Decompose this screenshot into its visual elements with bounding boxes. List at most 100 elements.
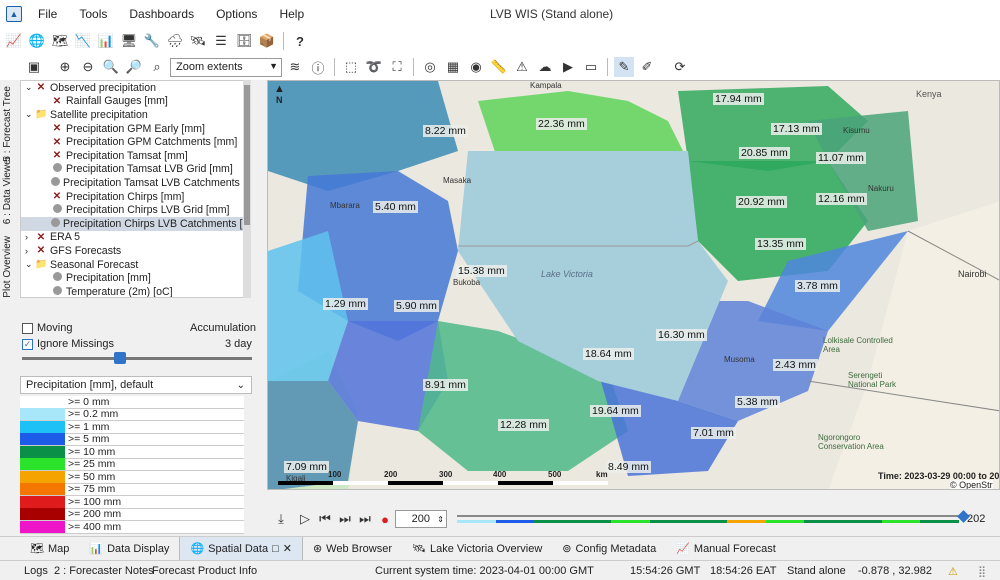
chevron-right-icon[interactable]: › (25, 232, 35, 242)
timeline-segment (572, 520, 612, 523)
logs-tab[interactable]: Logs (24, 565, 48, 577)
tab-data-display[interactable]: 📊 Data Display (79, 537, 179, 561)
list-icon[interactable]: ☰ (211, 31, 231, 51)
tab-web-browser[interactable]: ⊛ Web Browser (303, 537, 402, 561)
float-icon[interactable]: □ (272, 543, 279, 555)
play-animation-icon[interactable]: ▶ (558, 57, 578, 77)
drag-handle-icon[interactable]: ⣿ (978, 565, 986, 578)
tree-item[interactable]: ✕ Precipitation Tamsat [mm] (21, 149, 250, 163)
cloud-icon[interactable]: ☁ (535, 57, 555, 77)
database-icon[interactable]: 🗄 (234, 31, 254, 51)
tab-manual-forecast[interactable]: 📈 Manual Forecast (666, 537, 786, 561)
satellite-icon[interactable]: 🛰 (188, 31, 208, 51)
tab-lake-victoria-overview[interactable]: 🛰 Lake Victoria Overview (402, 537, 552, 561)
zoom-select[interactable]: Zoom extents ▼ (170, 57, 282, 77)
chevron-down-icon[interactable]: ⌄ (25, 109, 35, 120)
panel-toggle-icon[interactable]: ▣ (24, 57, 44, 77)
globe-icon[interactable]: 🌐 (27, 31, 47, 51)
zoom-out-icon[interactable]: ⊖ (78, 57, 98, 77)
speed-input[interactable]: 200 ⇕ (395, 510, 447, 528)
chevron-down-icon[interactable]: ⌄ (25, 82, 35, 93)
tab-spatial-data[interactable]: 🌐 Spatial Data □ ✕ (179, 536, 303, 561)
info-icon[interactable]: ⓘ (308, 57, 328, 77)
tree-item[interactable]: Precipitation Tamsat LVB Grid [mm] (21, 163, 250, 177)
tree-item[interactable]: › ✕ ERA 5 (21, 231, 250, 245)
tree-item[interactable]: Precipitation Chirps LVB Catchments [m (21, 216, 250, 231)
sync-icon[interactable]: ⟳ (670, 57, 690, 77)
help-icon[interactable]: ? (290, 31, 310, 51)
zoom-selection-icon[interactable]: ⌕ (147, 57, 167, 77)
accumulation-slider[interactable] (22, 357, 252, 360)
chevron-right-icon[interactable]: › (25, 246, 35, 256)
play-icon[interactable]: ▷ (295, 509, 315, 529)
rain-cloud-icon[interactable]: 🌧 (165, 31, 185, 51)
layers-icon[interactable]: ≋ (285, 57, 305, 77)
map-view[interactable]: ▲ N Kampala Lake Victoria Kenya Bukoba N… (267, 80, 1000, 490)
tree-item[interactable]: ⌄ 📁 Seasonal Forecast (21, 258, 250, 272)
record-icon[interactable]: ● (375, 509, 395, 529)
tree-item[interactable]: Temperature (2m) [oC] (21, 285, 250, 297)
tree-item[interactable]: ✕ Precipitation GPM Early [mm] (21, 122, 250, 136)
menu-options[interactable]: Options (216, 7, 257, 21)
chart-icon[interactable]: 📈 (4, 31, 24, 51)
gauge-chart-icon[interactable]: 📊 (96, 31, 116, 51)
warning-icon[interactable]: ⚠ (948, 565, 958, 578)
legend-select[interactable]: Precipitation [mm], default ⌄ (20, 376, 252, 394)
tree-item[interactable]: Precipitation [mm] (21, 271, 250, 285)
tree-item[interactable]: ✕ Rainfall Gauges [mm] (21, 95, 250, 109)
ignore-missings-option[interactable]: ✓ Ignore Missings (22, 338, 114, 350)
zoom-area-icon[interactable]: 🔎 (124, 57, 144, 77)
tree-scrollbar[interactable] (243, 80, 251, 298)
warning-icon[interactable]: ⚠ (512, 57, 532, 77)
map-chart-icon[interactable]: 🗺 (50, 31, 70, 51)
ignore-missings-checkbox[interactable]: ✓ (22, 338, 33, 350)
grid-icon[interactable]: ▦ (443, 57, 463, 77)
tree-item[interactable]: Precipitation Tamsat LVB Catchments [m (21, 176, 250, 190)
tree-item[interactable]: ✕ Precipitation GPM Catchments [mm] (21, 135, 250, 149)
menu-help[interactable]: Help (279, 7, 304, 21)
menu-file[interactable]: File (38, 7, 57, 21)
skip-end-icon[interactable]: ⏭ (355, 509, 375, 529)
tab-plot-overview[interactable]: Plot Overview (2, 236, 13, 298)
line-chart-icon[interactable]: 📉 (73, 31, 93, 51)
edit-icon[interactable]: ✐ (637, 57, 657, 77)
ruler-icon[interactable]: 📏 (489, 57, 509, 77)
chevron-down-icon[interactable]: ⌄ (25, 259, 35, 270)
tab-config-metadata[interactable]: ⊚ Config Metadata (552, 537, 666, 561)
tree-item[interactable]: ✕ Precipitation Chirps [mm] (21, 190, 250, 204)
select-rectangle-icon[interactable]: ⬚ (341, 57, 361, 77)
disabled-x-icon: ✕ (52, 191, 62, 203)
tree-item[interactable]: Precipitation Chirps LVB Grid [mm] (21, 203, 250, 217)
timeline-slider[interactable] (457, 510, 970, 526)
step-back-icon[interactable]: ⏮ (315, 509, 335, 529)
forecaster-notes-tab[interactable]: 2 : Forecaster Notes (54, 565, 154, 577)
slider-handle[interactable] (114, 352, 127, 364)
tab-map[interactable]: 🗺 Map (20, 537, 79, 561)
spinner-icon[interactable]: ⇕ (437, 515, 444, 524)
scrollbar-thumb[interactable] (244, 85, 250, 225)
window-layout-icon[interactable]: ▭ (581, 57, 601, 77)
tree-item[interactable]: › ✕ GFS Forecasts (21, 244, 250, 258)
step-forward-icon[interactable]: ⏭ (335, 509, 355, 529)
moving-checkbox[interactable] (22, 322, 33, 334)
forecast-product-info-tab[interactable]: Forecast Product Info (152, 565, 257, 577)
zoom-in-icon[interactable]: ⊕ (55, 57, 75, 77)
zoom-region-icon[interactable]: 🔍 (101, 57, 121, 77)
data-labels-icon[interactable]: ◉ (466, 57, 486, 77)
menu-tools[interactable]: Tools (79, 7, 107, 21)
tab-data-viewer[interactable]: 6 : Data Viewer (2, 156, 13, 224)
wrench-icon[interactable]: 🔧 (142, 31, 162, 51)
tree-item[interactable]: ⌄ 📁 Satellite precipitation (21, 108, 250, 122)
tree-item[interactable]: ⌄ ✕ Observed precipitation (21, 81, 250, 95)
download-icon[interactable]: ⤓ (271, 509, 291, 529)
package-icon[interactable]: 📦 (257, 31, 277, 51)
pen-icon[interactable]: ✎ (614, 57, 634, 77)
lasso-icon[interactable]: ➰ (364, 57, 384, 77)
menu-dashboards[interactable]: Dashboards (129, 7, 194, 21)
close-icon[interactable]: ✕ (283, 542, 292, 555)
monitor-icon[interactable]: 🖥 (119, 31, 139, 51)
tab-forecast-tree[interactable]: 5 : Forecast Tree (2, 86, 13, 162)
moving-option[interactable]: Moving (22, 322, 72, 334)
select-tool-icon[interactable]: ⛶ (387, 57, 407, 77)
target-icon[interactable]: ◎ (420, 57, 440, 77)
